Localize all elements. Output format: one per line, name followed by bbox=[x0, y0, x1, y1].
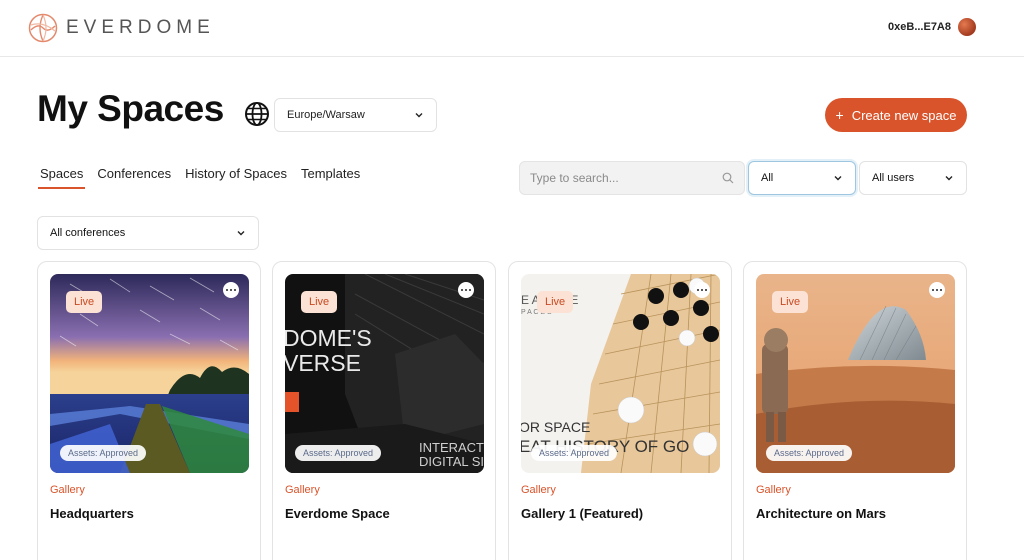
wallet-address: 0xeB...E7A8 bbox=[888, 21, 951, 33]
image-text-line: VERSE bbox=[285, 350, 361, 376]
live-status-badge: Live bbox=[301, 291, 338, 313]
conferences-filter-value: All conferences bbox=[50, 227, 126, 239]
space-tabs: Spaces Conferences History of Spaces Tem… bbox=[37, 166, 374, 189]
space-title[interactable]: Headquarters bbox=[50, 506, 134, 521]
assets-approved-badge: Assets: Approved bbox=[60, 445, 147, 461]
chevron-down-icon bbox=[237, 231, 245, 236]
create-new-space-label: Create new space bbox=[851, 107, 957, 123]
more-options-icon[interactable] bbox=[929, 282, 945, 298]
image-text-line: OR SPACE bbox=[521, 419, 590, 435]
space-card[interactable]: DOME'S VERSE INTERACT DIGITAL SI Live As… bbox=[272, 261, 496, 560]
space-title[interactable]: Gallery 1 (Featured) bbox=[521, 506, 643, 521]
tab-templates[interactable]: Templates bbox=[301, 166, 360, 189]
live-status-badge: Live bbox=[537, 291, 574, 313]
space-category: Gallery bbox=[521, 484, 556, 496]
search-icon[interactable] bbox=[722, 172, 734, 184]
chevron-down-icon bbox=[834, 176, 842, 181]
top-bar: EVERDOME 0xeB...E7A8 bbox=[0, 0, 1024, 57]
create-new-space-button[interactable]: + Create new space bbox=[825, 98, 967, 132]
space-category: Gallery bbox=[756, 484, 791, 496]
everdome-logo[interactable]: EVERDOME bbox=[28, 13, 215, 43]
space-card[interactable]: Live Assets: Approved Gallery Headquarte… bbox=[37, 261, 261, 560]
conferences-filter-select[interactable]: All conferences bbox=[37, 216, 259, 250]
timezone-value: Europe/Warsaw bbox=[287, 109, 365, 121]
brand-name: EVERDOME bbox=[66, 17, 215, 38]
plus-icon: + bbox=[835, 107, 844, 123]
everdome-logo-icon bbox=[28, 13, 58, 43]
tab-spaces[interactable]: Spaces bbox=[37, 166, 86, 189]
image-text-line: INTERACT bbox=[419, 440, 484, 455]
assets-approved-badge: Assets: Approved bbox=[531, 445, 618, 461]
type-filter-value: All bbox=[761, 172, 774, 184]
globe-icon bbox=[245, 102, 269, 126]
search-input[interactable] bbox=[530, 171, 710, 185]
chevron-down-icon bbox=[945, 176, 953, 181]
type-filter-select[interactable]: All bbox=[748, 161, 856, 195]
page-title: My Spaces bbox=[37, 88, 224, 129]
users-filter-select[interactable]: All users bbox=[859, 161, 967, 195]
tab-conferences[interactable]: Conferences bbox=[97, 166, 171, 189]
space-category: Gallery bbox=[50, 484, 85, 496]
space-thumbnail[interactable]: DOME'S VERSE INTERACT DIGITAL SI Live As… bbox=[285, 274, 484, 473]
space-category: Gallery bbox=[285, 484, 320, 496]
more-options-icon[interactable] bbox=[223, 282, 239, 298]
space-title[interactable]: Everdome Space bbox=[285, 506, 390, 521]
avatar[interactable] bbox=[958, 18, 976, 36]
tab-history-of-spaces[interactable]: History of Spaces bbox=[185, 166, 287, 189]
users-filter-value: All users bbox=[872, 172, 915, 184]
space-card[interactable]: Live Assets: Approved Gallery Architectu… bbox=[743, 261, 967, 560]
wallet-menu[interactable]: 0xeB...E7A8 bbox=[888, 18, 976, 36]
image-text-line: DIGITAL SI bbox=[419, 454, 484, 469]
assets-approved-badge: Assets: Approved bbox=[295, 445, 382, 461]
search-box bbox=[519, 161, 745, 195]
more-options-icon[interactable] bbox=[694, 282, 710, 298]
image-text-line: DOME'S bbox=[285, 325, 372, 351]
space-title[interactable]: Architecture on Mars bbox=[756, 506, 886, 521]
assets-approved-badge: Assets: Approved bbox=[766, 445, 853, 461]
more-options-icon[interactable] bbox=[458, 282, 474, 298]
live-status-badge: Live bbox=[772, 291, 809, 313]
space-card[interactable]: E AND ME P A C E S OR SPACE EAT HISTORY … bbox=[508, 261, 732, 560]
chevron-down-icon bbox=[415, 113, 423, 118]
live-status-badge: Live bbox=[66, 291, 103, 313]
space-thumbnail[interactable]: E AND ME P A C E S OR SPACE EAT HISTORY … bbox=[521, 274, 720, 473]
timezone-select[interactable]: Europe/Warsaw bbox=[274, 98, 437, 132]
space-thumbnail[interactable]: Live Assets: Approved bbox=[756, 274, 955, 473]
space-thumbnail[interactable]: Live Assets: Approved bbox=[50, 274, 249, 473]
